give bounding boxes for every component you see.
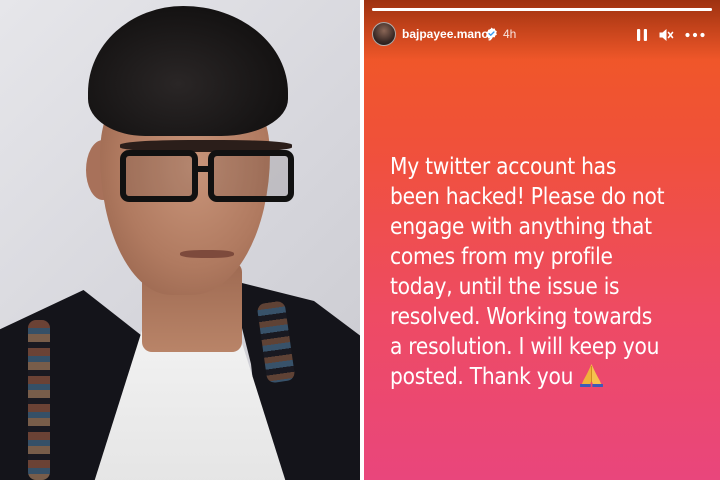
verified-badge-icon xyxy=(486,27,497,40)
mute-icon[interactable] xyxy=(658,27,674,43)
glasses-left-lens xyxy=(120,150,198,202)
story-text-line-last: posted. Thank you xyxy=(390,362,680,392)
pause-icon[interactable] xyxy=(634,27,650,43)
story-progress-fill xyxy=(372,8,712,11)
story-text-line: engage with anything that xyxy=(390,214,652,240)
story-text-line: today, until the issue is xyxy=(390,274,620,300)
instagram-story[interactable]: bajpayee.manoj 4h My twitter account has… xyxy=(364,0,720,480)
story-timestamp: 4h xyxy=(503,27,517,41)
mouth-shape xyxy=(180,250,234,258)
glasses-bridge xyxy=(196,166,210,172)
story-progress-bar xyxy=(372,8,712,11)
story-text-line: a resolution. I will keep you xyxy=(390,334,660,360)
avatar[interactable] xyxy=(372,22,396,46)
glasses-right-lens xyxy=(208,150,294,202)
story-text-line: comes from my profile xyxy=(390,244,613,270)
story-username[interactable]: bajpayee.manoj xyxy=(402,27,492,41)
story-text-line: My twitter account has xyxy=(390,154,617,180)
portrait-photo xyxy=(0,0,360,480)
story-message: My twitter account has been hacked! Plea… xyxy=(390,152,680,392)
story-text-line: posted. Thank you xyxy=(390,364,574,390)
folded-hands-icon xyxy=(580,364,604,387)
hair-shape xyxy=(88,6,288,136)
story-text-line: resolved. Working towards xyxy=(390,304,653,330)
jacket-embroidery-left xyxy=(28,320,50,480)
story-text-line: been hacked! Please do not xyxy=(390,184,665,210)
more-icon[interactable] xyxy=(684,27,706,43)
